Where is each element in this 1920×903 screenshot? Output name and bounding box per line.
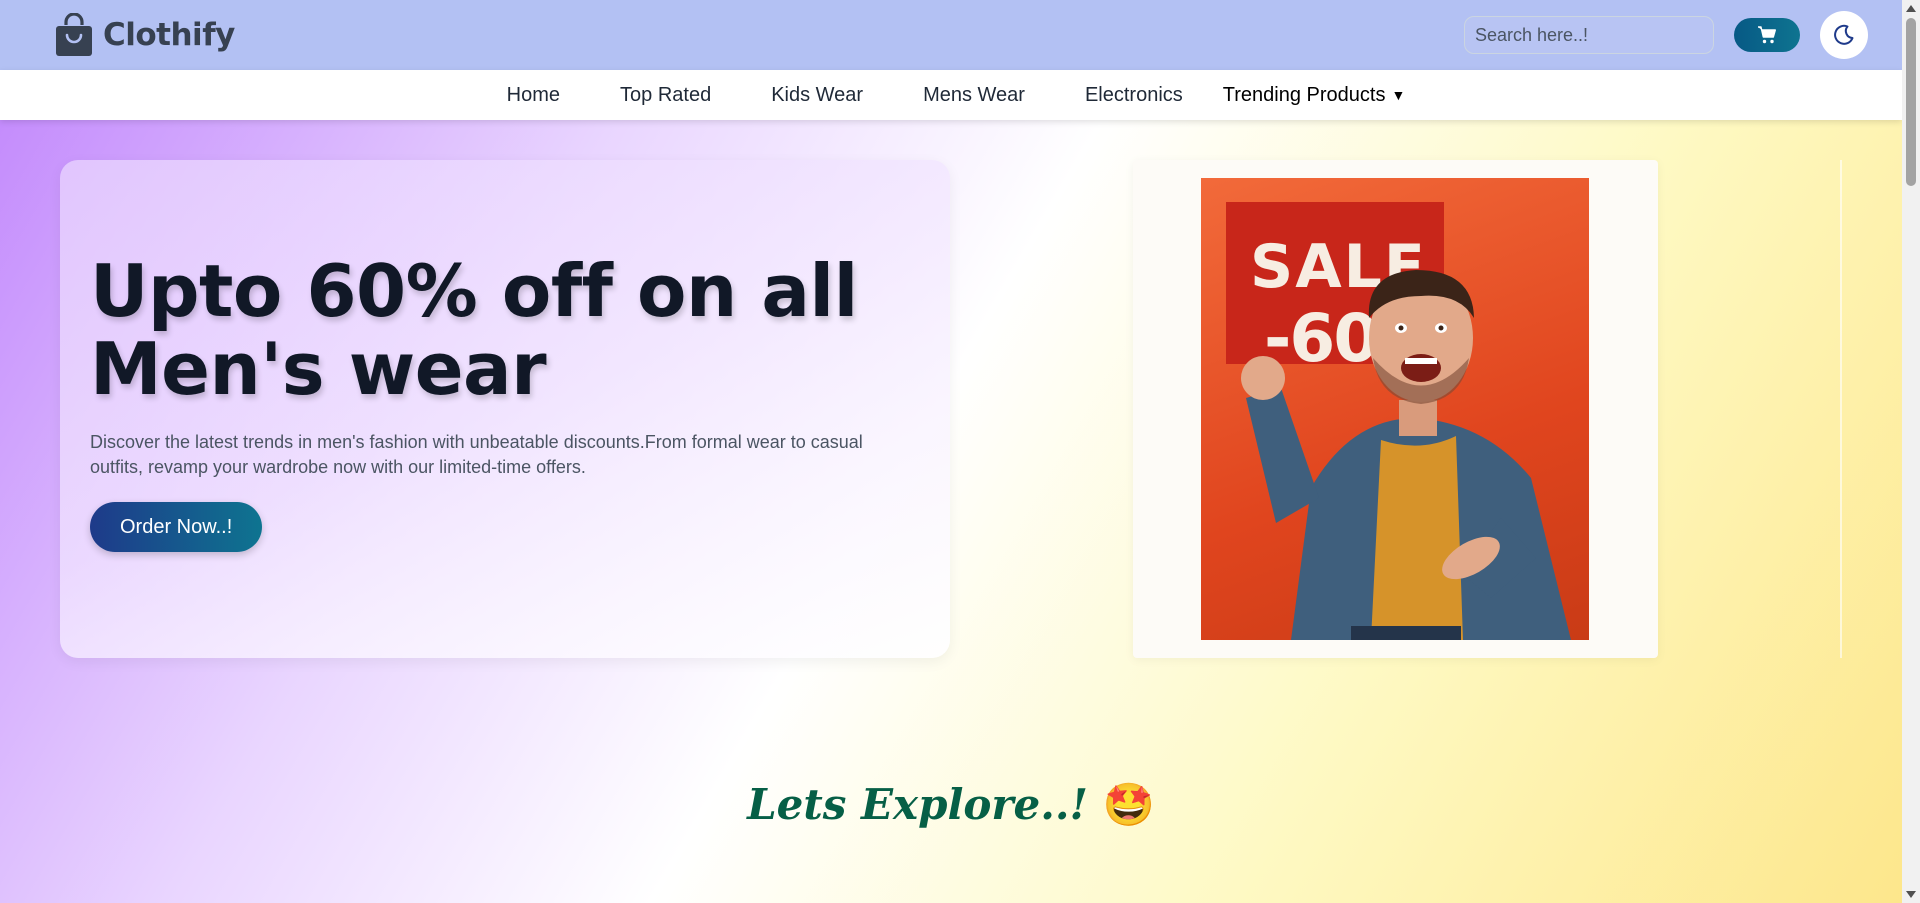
- top-header: Clothify: [0, 0, 1902, 70]
- cart-icon: [1758, 26, 1776, 44]
- hero-title-line1: Upto 60% off on all: [90, 249, 858, 333]
- explore-heading: Lets Explore..! 🤩: [0, 780, 1902, 830]
- shopping-bag-icon: [56, 13, 92, 56]
- hero-image-panel: SALE -60%: [1133, 160, 1658, 658]
- star-struck-emoji: 🤩: [1102, 780, 1155, 829]
- caret-down-icon: ▼: [1391, 87, 1406, 103]
- search-input[interactable]: [1475, 24, 1707, 46]
- page-scrollbar[interactable]: [1902, 0, 1920, 903]
- explore-text: Lets Explore..!: [747, 780, 1088, 829]
- nav-item-trending-products[interactable]: Trending Products ▼: [1213, 84, 1436, 107]
- nav-item-kids-wear[interactable]: Kids Wear: [741, 84, 893, 107]
- hero-description: Discover the latest trends in men's fash…: [90, 432, 863, 477]
- scroll-down-arrow-icon[interactable]: [1906, 891, 1916, 898]
- scroll-thumb[interactable]: [1906, 18, 1916, 186]
- nav-item-electronics[interactable]: Electronics: [1055, 84, 1213, 107]
- scroll-up-arrow-icon[interactable]: [1906, 5, 1916, 12]
- nav-item-top-rated[interactable]: Top Rated: [590, 84, 741, 107]
- sale-poster-image: SALE -60%: [1201, 178, 1589, 640]
- main-nav: Home Top Rated Kids Wear Mens Wear Elect…: [0, 70, 1902, 120]
- brand-name: Clothify: [103, 17, 235, 53]
- hero-title-line2: Men's wear: [90, 327, 547, 411]
- nav-item-mens-wear[interactable]: Mens Wear: [893, 84, 1055, 107]
- theme-toggle-button[interactable]: [1820, 11, 1868, 59]
- carousel-edge: [1840, 160, 1842, 658]
- trending-label: Trending Products: [1222, 83, 1386, 106]
- cart-button[interactable]: [1734, 18, 1800, 52]
- brand[interactable]: Clothify: [55, 13, 235, 57]
- man-illustration: [1241, 270, 1571, 640]
- search-box[interactable]: [1464, 16, 1714, 54]
- hero-card: Upto 60% off on all Men's wear Discover …: [60, 160, 950, 658]
- hero-title: Upto 60% off on all Men's wear: [90, 252, 920, 408]
- order-now-button[interactable]: Order Now..!: [90, 502, 263, 552]
- nav-item-home[interactable]: Home: [477, 84, 590, 107]
- moon-icon: [1834, 24, 1854, 45]
